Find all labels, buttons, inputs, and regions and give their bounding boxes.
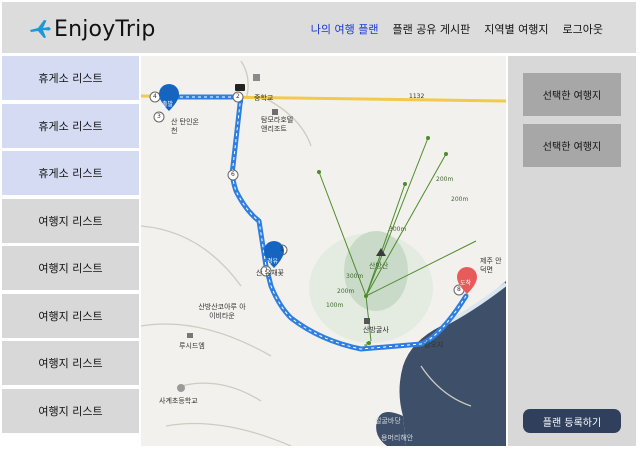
map-label-city: 산방산코아루 아이비타운 bbox=[198, 303, 246, 320]
via-marker-label: 경유 bbox=[267, 258, 279, 265]
map-label-jeju: 제주 안덕면 bbox=[480, 257, 502, 274]
route-number: 1 bbox=[280, 246, 284, 253]
trail-distance: 100m bbox=[326, 302, 344, 309]
sidebar-item-attraction-list[interactable]: 여행지 리스트 bbox=[2, 293, 139, 338]
map-label-coast: 용머리해안 bbox=[381, 434, 414, 442]
sidebar-item-attraction-list[interactable]: 여행지 리스트 bbox=[2, 388, 139, 433]
route-number: 3 bbox=[157, 113, 161, 120]
map-canvas[interactable] bbox=[141, 56, 506, 446]
nav-my-plan[interactable]: 나의 여행 플랜 bbox=[311, 21, 379, 37]
temple-icon bbox=[364, 318, 370, 324]
app-root: EnjoyTrip 나의 여행 플랜 플랜 공유 게시판 지역별 여행지 로그아… bbox=[0, 0, 640, 451]
map-label-viewpoint: 감오지 bbox=[424, 341, 444, 349]
sidebar: 휴게소 리스트 휴게소 리스트 휴게소 리스트 여행지 리스트 여행지 리스트 … bbox=[2, 56, 139, 436]
sidebar-item-rest-area-list[interactable]: 휴게소 리스트 bbox=[2, 103, 139, 148]
map-label-school-bottom: 사계초등학교 bbox=[159, 397, 198, 405]
map-label-school: 중학교 bbox=[254, 94, 274, 102]
bus-icon bbox=[235, 84, 245, 91]
map-label-beach: 설굴바당 bbox=[375, 417, 401, 425]
airplane-icon bbox=[30, 20, 51, 38]
route-number: 4 bbox=[153, 93, 157, 100]
nav-regional-spots[interactable]: 지역별 여행지 bbox=[484, 21, 548, 37]
end-marker-label: 도착 bbox=[460, 280, 472, 287]
sidebar-item-attraction-list[interactable]: 여행지 리스트 bbox=[2, 246, 139, 290]
sidebar-item-attraction-list[interactable]: 여행지 리스트 bbox=[2, 198, 139, 243]
logo-text: EnjoyTrip bbox=[54, 16, 156, 42]
trail-distance: 300m bbox=[346, 273, 364, 280]
sidebar-item-rest-area-list[interactable]: 휴게소 리스트 bbox=[2, 56, 139, 100]
hotel-icon bbox=[272, 109, 278, 115]
logo[interactable]: EnjoyTrip bbox=[28, 14, 156, 44]
route-number: 6 bbox=[231, 171, 235, 178]
school-icon bbox=[253, 74, 260, 81]
nav-plan-board[interactable]: 플랜 공유 게시판 bbox=[392, 21, 470, 37]
map-label-mid: 산 유채꽃 bbox=[256, 269, 284, 277]
route-map[interactable]: 출발 경유 도착 4 3 2 6 7 1 8 중학교 1132 탐모라호텔 앤리… bbox=[141, 56, 506, 446]
nav-logout[interactable]: 로그아웃 bbox=[563, 21, 603, 37]
route-number: 8 bbox=[457, 286, 461, 293]
map-label-mountain: 산방산 bbox=[369, 262, 389, 270]
trail-distance: 300m bbox=[389, 226, 407, 233]
sidebar-item-attraction-list[interactable]: 여행지 리스트 bbox=[2, 341, 139, 385]
main-nav: 나의 여행 플랜 플랜 공유 게시판 지역별 여행지 로그아웃 bbox=[311, 21, 603, 37]
start-marker-label: 출발 bbox=[162, 101, 174, 108]
map-label-park: 루시드엠 bbox=[179, 342, 205, 350]
map-label-temple: 산방굴사 bbox=[363, 326, 389, 334]
map-label-hotel: 탐모라호텔 앤리조트 bbox=[261, 116, 294, 133]
top-header: EnjoyTrip 나의 여행 플랜 플랜 공유 게시판 지역별 여행지 로그아… bbox=[2, 2, 636, 53]
park-icon bbox=[187, 333, 193, 338]
selected-destination-card[interactable]: 선택한 여행지 bbox=[523, 73, 621, 116]
trail-distance: 200m bbox=[436, 176, 454, 183]
trail-distance: 200m bbox=[337, 288, 355, 295]
route-number: 2 bbox=[236, 93, 240, 100]
selected-panel: 선택한 여행지 선택한 여행지 플랜 등록하기 bbox=[508, 56, 636, 446]
sidebar-item-rest-area-list[interactable]: 휴게소 리스트 bbox=[2, 151, 139, 195]
trail-distance: 200m bbox=[451, 196, 469, 203]
register-plan-button[interactable]: 플랜 등록하기 bbox=[523, 409, 621, 433]
map-label-left: 산 탄인온천 bbox=[171, 118, 199, 135]
school-bottom-icon bbox=[177, 384, 185, 392]
map-label-road-number: 1132 bbox=[409, 93, 425, 100]
selected-destination-card[interactable]: 선택한 여행지 bbox=[523, 124, 621, 167]
